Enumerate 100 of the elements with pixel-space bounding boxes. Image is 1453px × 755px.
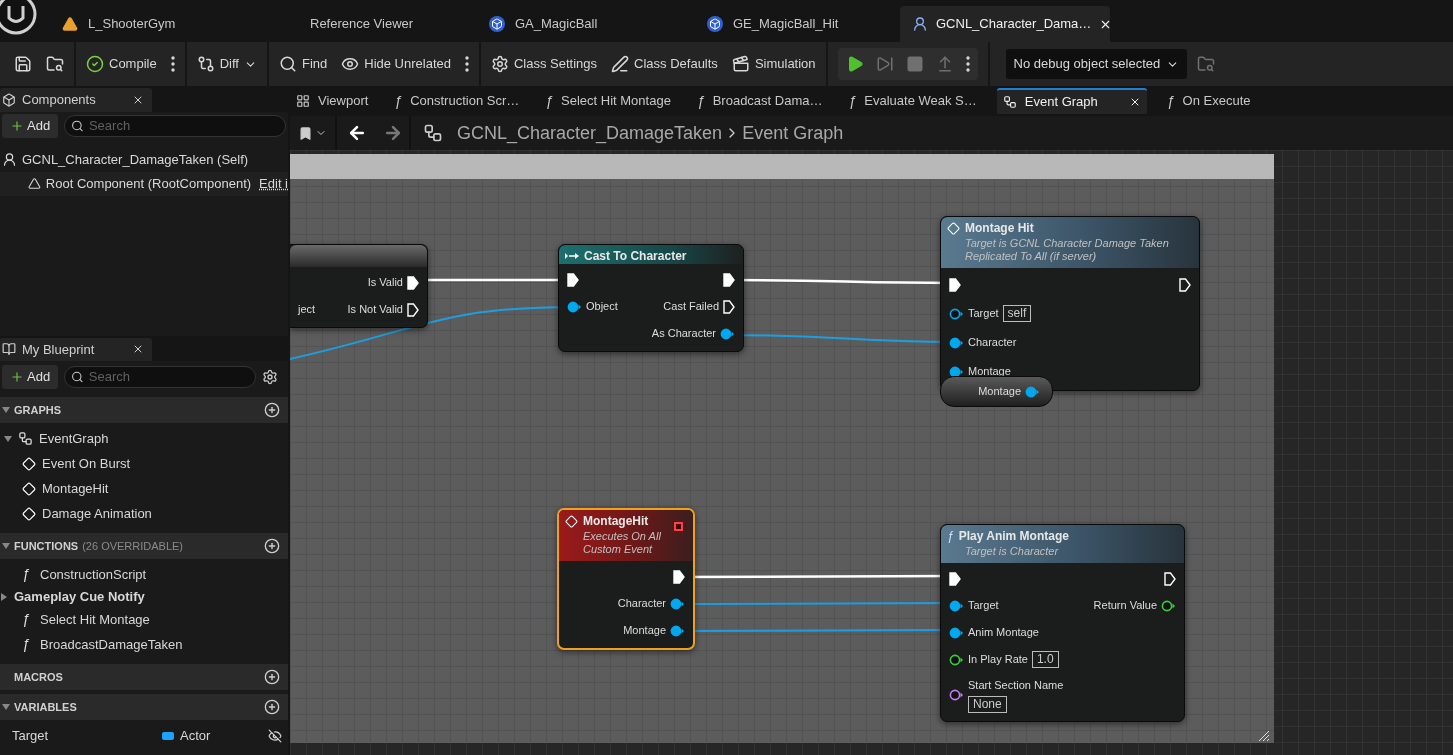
data-pin[interactable] — [949, 689, 964, 701]
add-icon[interactable] — [264, 699, 280, 715]
toolbar-button[interactable]: Diff — [196, 49, 257, 79]
search-field[interactable]: Search — [64, 366, 256, 388]
document-tab[interactable]: L_ShooterGym — [48, 6, 270, 42]
section-header[interactable]: FUNCTIONS (26 OVERRIDABLE) — [0, 533, 288, 559]
function-glyph: ƒ — [22, 610, 31, 629]
data-pin[interactable] — [670, 597, 685, 610]
pin-label: Target — [968, 306, 999, 322]
sidebar-item[interactable]: Damage Animation — [0, 501, 288, 526]
exec-pin[interactable] — [723, 272, 735, 287]
document-tab[interactable]: Reference Viewer — [270, 6, 475, 42]
data-pin[interactable] — [949, 307, 964, 320]
data-pin[interactable] — [720, 327, 735, 340]
toolbar-button[interactable]: Compile — [86, 49, 157, 79]
toolbar-button[interactable]: Hide Unrelated — [341, 49, 451, 79]
graph-tab[interactable]: ƒ On Execute — [1160, 88, 1257, 114]
data-pin[interactable] — [670, 624, 685, 637]
graph-node[interactable]: Cast To Character Object Cast Failed As Character — [558, 244, 744, 352]
tree-item[interactable]: GCNL_Character_DamageTaken (Self) — [0, 147, 288, 172]
breadcrumb-item[interactable]: Event Graph — [742, 119, 844, 147]
sidebar-item[interactable]: MontageHit — [0, 476, 288, 501]
exec-pin[interactable] — [949, 277, 961, 292]
data-pin[interactable] — [949, 365, 964, 378]
sidebar-item[interactable]: Gameplay Cue Notify — [0, 587, 288, 607]
add-button[interactable]: Add — [2, 365, 59, 389]
exec-pin[interactable] — [407, 275, 419, 290]
data-pin[interactable] — [1025, 385, 1040, 398]
breadcrumb-item[interactable]: GCNL_Character_DamageTaken — [457, 119, 723, 147]
debug-object-dropdown[interactable]: No debug object selected — [1005, 49, 1188, 79]
data-pin[interactable] — [949, 653, 964, 666]
data-pin[interactable] — [949, 336, 964, 349]
document-tab[interactable]: GE_MagicBall_Hit — [693, 6, 900, 42]
graph-tab[interactable]: ƒ Select Hit Montage — [539, 88, 677, 114]
function-glyph: ƒ — [22, 565, 31, 584]
panel-tab[interactable]: My Blueprint — [0, 337, 152, 361]
more-icon — [170, 56, 175, 72]
exec-pin[interactable] — [1179, 277, 1191, 292]
toolbar-button[interactable]: Find — [278, 49, 328, 79]
add-icon[interactable] — [264, 402, 280, 418]
folder-search-icon[interactable] — [1197, 55, 1216, 73]
sidebar-item[interactable]: ƒ Select Hit Montage — [0, 607, 288, 632]
sidebar-item[interactable]: Event On Burst — [0, 451, 288, 476]
cast-arrow-icon — [565, 252, 579, 260]
expand-arrow-icon — [2, 703, 10, 711]
exec-pin[interactable] — [949, 571, 961, 586]
document-tab[interactable]: GA_MagicBall — [475, 6, 693, 42]
variable-item[interactable]: Target Actor — [0, 723, 288, 748]
add-icon[interactable] — [264, 669, 280, 685]
graph-node[interactable]: MontageHit Executes On All Custom Event Character Montage — [557, 508, 695, 650]
graph-tab[interactable]: Event Graph — [996, 88, 1147, 114]
exec-pin[interactable] — [673, 569, 685, 584]
data-pin[interactable] — [949, 599, 964, 612]
document-tab[interactable]: GCNL_Character_Dama… — [900, 6, 1110, 42]
default-value-field[interactable]: None — [968, 695, 1007, 713]
toolbar-button[interactable]: Simulation — [731, 49, 816, 79]
sidebar-item[interactable]: ƒ BroadcastDamageTaken — [0, 632, 288, 657]
add-button[interactable]: Add — [2, 113, 59, 138]
playback-button[interactable] — [965, 56, 970, 72]
resize-handle-icon[interactable] — [1258, 730, 1270, 742]
default-value-field[interactable]: self — [1002, 305, 1032, 322]
grid-icon — [296, 94, 310, 108]
pin-label: Montage — [623, 623, 666, 639]
exec-pin[interactable] — [1164, 571, 1176, 586]
data-pin[interactable] — [567, 300, 582, 313]
graph-tab[interactable]: ƒ Broadcast Dama… — [690, 88, 829, 114]
section-header[interactable]: MACROS — [0, 664, 288, 690]
graph-node[interactable]: ƒ Play Anim Montage Target is Character Target Return Value Anim Montage In Play Rate 1.0 Start Section Name None — [940, 524, 1185, 722]
search-input[interactable]: Search — [88, 367, 249, 387]
toolbar-button[interactable]: Class Settings — [490, 49, 598, 79]
graph-node[interactable]: Is Valid ject Is Not Valid — [290, 244, 428, 328]
section-header[interactable]: GRAPHS — [0, 397, 288, 423]
tree-item[interactable]: Root Component (RootComponent) Edit i — [0, 171, 288, 196]
search-field[interactable]: Search — [64, 114, 286, 137]
exec-pin[interactable] — [567, 272, 579, 287]
graph-canvas[interactable] — [290, 150, 1453, 755]
toolbar-button[interactable]: Class Defaults — [611, 49, 718, 79]
data-pin[interactable] — [949, 626, 964, 639]
node-subtitle: Target is Character — [965, 545, 1060, 558]
edit-link[interactable]: Edit i — [259, 173, 288, 194]
check-icon — [86, 55, 104, 73]
variable-node[interactable]: Montage — [940, 376, 1053, 407]
expand-arrow-icon — [0, 593, 8, 601]
eye-icon[interactable] — [268, 728, 282, 743]
exec-pin[interactable] — [407, 302, 419, 317]
node-subtitle: Custom Event — [583, 543, 654, 556]
sidebar-item[interactable]: EventGraph — [0, 426, 288, 451]
settings-icon[interactable] — [262, 369, 278, 385]
sidebar-item[interactable]: ƒ ConstructionScript — [0, 562, 288, 587]
panel-tab[interactable]: Components — [0, 88, 152, 112]
default-value-field[interactable]: 1.0 — [1031, 651, 1059, 668]
exec-pin[interactable] — [723, 299, 735, 314]
data-pin[interactable] — [1161, 599, 1176, 612]
add-icon[interactable] — [264, 538, 280, 554]
graph-tab[interactable]: Viewport — [290, 88, 375, 114]
pin-label: ject — [298, 302, 316, 318]
section-header[interactable]: VARIABLES — [0, 694, 288, 720]
graph-tab[interactable]: ƒ Construction Scr… — [388, 88, 526, 114]
graph-tab[interactable]: ƒ Evaluate Weak S… — [842, 88, 983, 114]
search-input[interactable]: Search — [88, 115, 279, 136]
